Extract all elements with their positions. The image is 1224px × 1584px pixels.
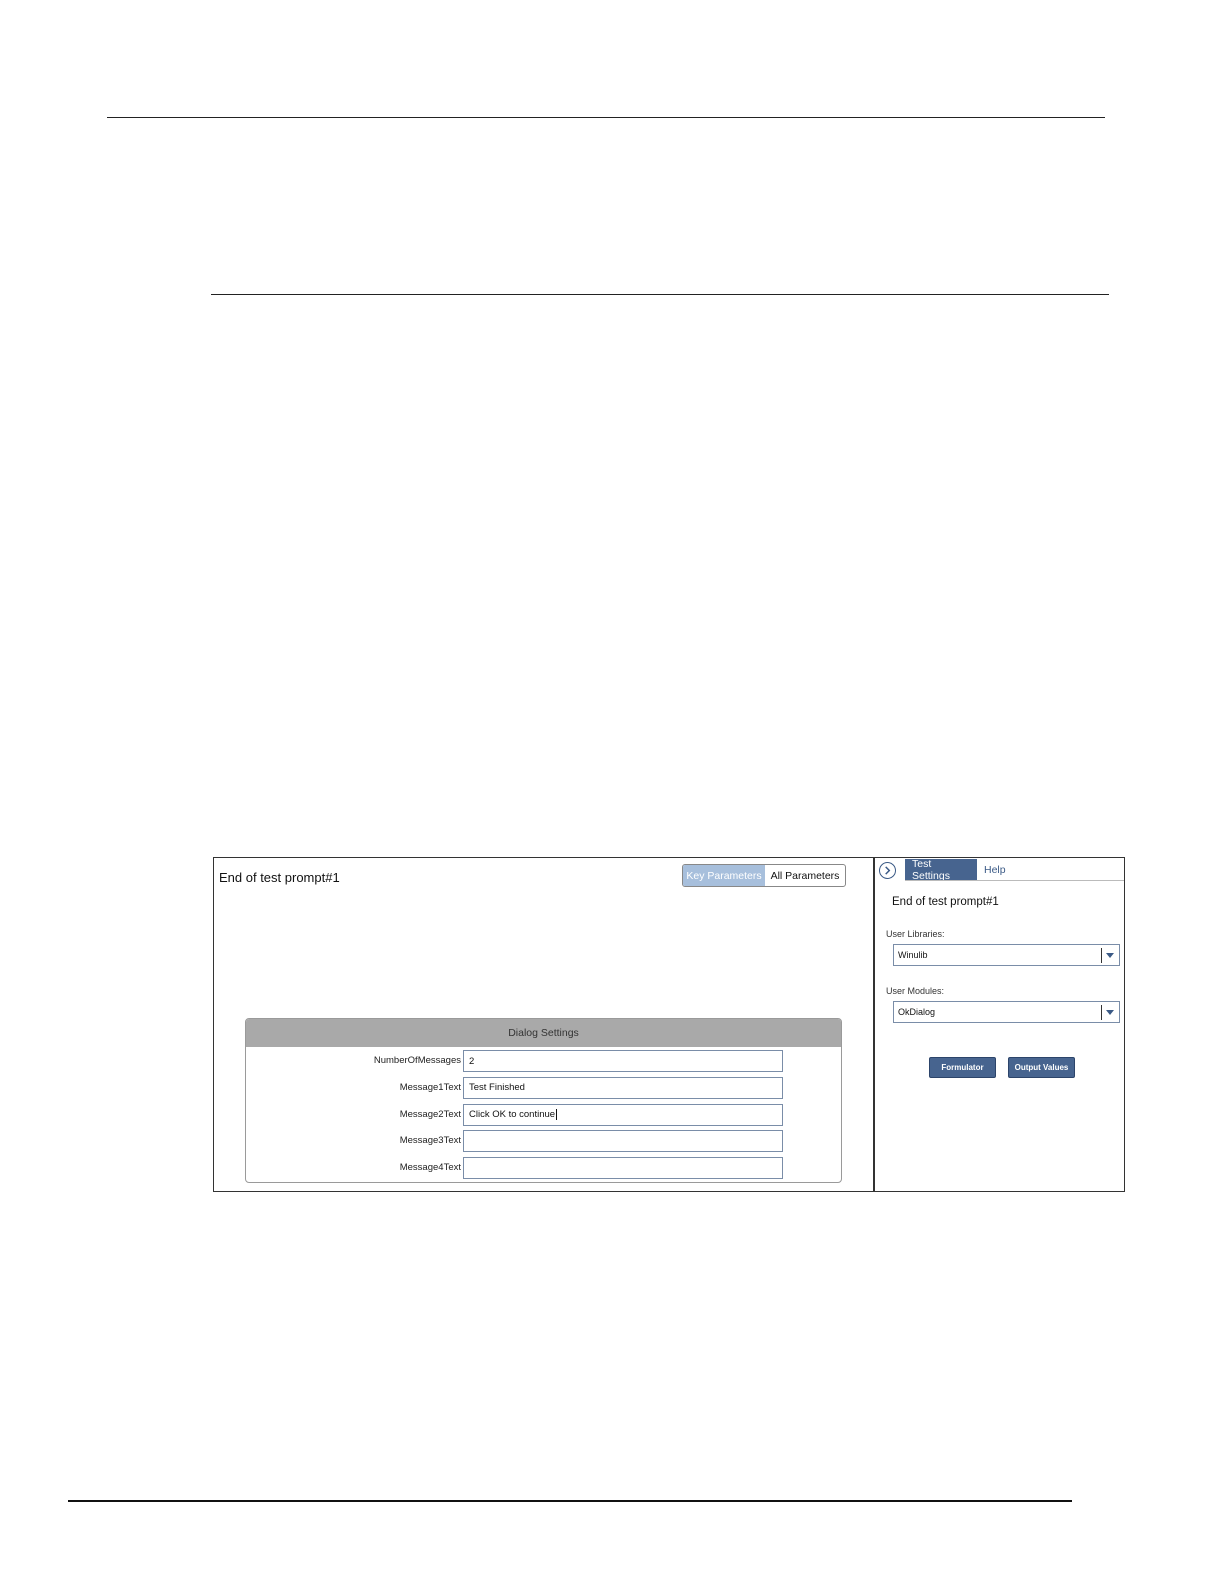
param-label: Message3Text xyxy=(399,1135,461,1147)
param-row: Message3Text xyxy=(246,1127,841,1154)
input-value: 2 xyxy=(469,1055,475,1067)
number-of-messages-input[interactable]: 2 xyxy=(463,1050,783,1072)
settings-title: End of test prompt#1 xyxy=(892,896,999,908)
tab-divider xyxy=(905,880,1124,881)
input-value: Test Finished xyxy=(469,1082,525,1094)
user-libraries-select[interactable]: Winulib xyxy=(893,944,1120,966)
param-label: Message2Text xyxy=(399,1108,461,1120)
section-rule xyxy=(211,294,1109,295)
footer-rule xyxy=(68,1500,1072,1502)
param-label: NumberOfMessages xyxy=(373,1055,461,1066)
user-modules-select[interactable]: OkDialog xyxy=(893,1001,1120,1023)
parameter-view-toggle: Key Parameters All Parameters xyxy=(682,864,846,887)
user-modules-label: User Modules: xyxy=(886,986,945,996)
chevron-right-icon[interactable] xyxy=(879,862,896,879)
param-row: Message2Text Click OK to continue xyxy=(246,1101,841,1128)
text-caret xyxy=(556,1109,558,1121)
param-row: Message4Text xyxy=(246,1154,841,1181)
chevron-down-icon xyxy=(1106,953,1114,958)
key-parameters-button[interactable]: Key Parameters xyxy=(683,865,765,886)
select-divider xyxy=(1101,948,1102,963)
param-row: NumberOfMessages 2 xyxy=(246,1047,841,1074)
dialog-settings-panel: Dialog Settings NumberOfMessages 2 Messa… xyxy=(245,1018,842,1183)
dialog-settings-header: Dialog Settings xyxy=(246,1019,841,1047)
output-values-button[interactable]: Output Values xyxy=(1008,1057,1075,1078)
message2-text-input[interactable]: Click OK to continue xyxy=(463,1103,783,1126)
test-title: End of test prompt#1 xyxy=(219,870,340,885)
user-libraries-label: User Libraries: xyxy=(886,929,945,939)
select-divider xyxy=(1101,1005,1102,1020)
select-value: OkDialog xyxy=(898,1007,936,1017)
all-parameters-button[interactable]: All Parameters xyxy=(765,865,845,886)
settings-tabs: Test Settings Help xyxy=(905,858,1013,882)
tab-test-settings[interactable]: Test Settings xyxy=(905,858,977,882)
input-value: Click OK to continue xyxy=(469,1109,556,1121)
tab-help[interactable]: Help xyxy=(977,859,1013,881)
formulator-button[interactable]: Formulator xyxy=(929,1057,996,1078)
param-row: Message1Text Test Finished xyxy=(246,1074,841,1101)
chevron-down-icon xyxy=(1106,1010,1114,1015)
test-settings-pane: Test Settings Help End of test prompt#1 … xyxy=(875,858,1124,1191)
message4-text-input[interactable] xyxy=(463,1157,783,1180)
param-label: Message1Text xyxy=(399,1081,461,1093)
message3-text-input[interactable] xyxy=(463,1130,783,1153)
select-value: Winulib xyxy=(898,950,928,960)
message1-text-input[interactable]: Test Finished xyxy=(463,1076,783,1099)
test-editor-screenshot: End of test prompt#1 Key Parameters All … xyxy=(213,857,1125,1192)
param-label: Message4Text xyxy=(399,1162,461,1174)
header-rule xyxy=(107,117,1105,118)
test-parameters-pane: End of test prompt#1 Key Parameters All … xyxy=(214,858,875,1191)
